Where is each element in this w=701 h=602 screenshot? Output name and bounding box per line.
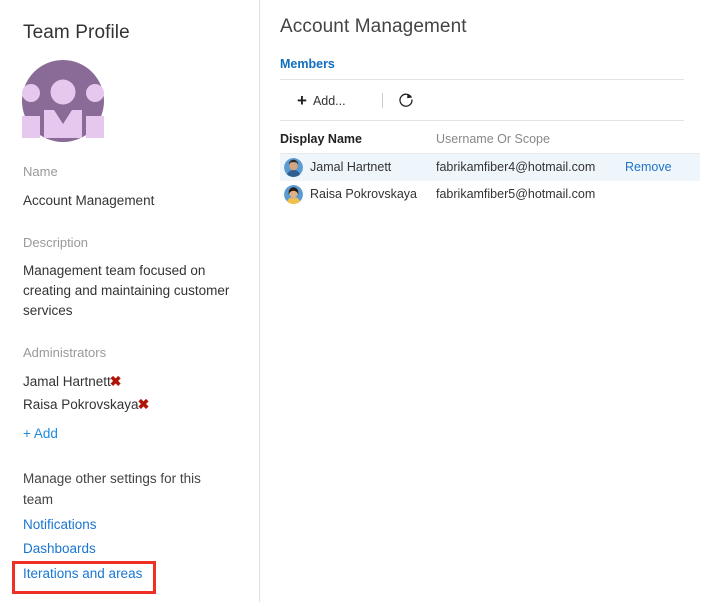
administrator-name: Raisa Pokrovskaya bbox=[23, 397, 139, 412]
sidebar-link-iterations-and-areas[interactable]: Iterations and areas bbox=[23, 566, 142, 581]
team-avatar-icon bbox=[22, 60, 104, 142]
table-row[interactable]: Jamal Hartnett fabrikamfiber4@hotmail.co… bbox=[280, 154, 700, 181]
description-value: Management team focused on creating and … bbox=[23, 263, 230, 318]
administrator-row: Jamal Hartnett✖ bbox=[23, 370, 248, 393]
administrators-label: Administrators bbox=[23, 345, 107, 360]
toolbar-divider bbox=[382, 93, 383, 108]
administrators-list: Jamal Hartnett✖ Raisa Pokrovskaya✖ bbox=[23, 370, 248, 416]
remove-x-icon[interactable]: ✖ bbox=[138, 393, 150, 415]
team-profile-page: Team Profile Name Account Management Des… bbox=[0, 0, 701, 602]
cell-display-name: Jamal Hartnett bbox=[310, 160, 392, 174]
plus-icon: + bbox=[297, 90, 307, 110]
remove-member-link[interactable]: Remove bbox=[625, 159, 672, 176]
description-label: Description bbox=[23, 235, 89, 250]
table-row[interactable]: Raisa Pokrovskaya fabrikamfiber5@hotmail… bbox=[280, 181, 700, 208]
refresh-icon[interactable] bbox=[397, 91, 415, 109]
tab-members[interactable]: Members bbox=[280, 57, 335, 71]
user-avatar-icon bbox=[284, 158, 303, 177]
column-header-username: Username Or Scope bbox=[436, 132, 550, 146]
members-table: Display Name Username Or Scope Jamal Har… bbox=[280, 131, 700, 208]
account-management-content: Account Management Members + Add... Disp… bbox=[261, 0, 701, 602]
members-toolbar: + Add... bbox=[280, 79, 684, 121]
user-avatar-icon bbox=[284, 185, 303, 204]
manage-settings-text: Manage other settings for this team bbox=[23, 471, 201, 507]
content-title: Account Management bbox=[280, 16, 467, 37]
cell-username: fabrikamfiber5@hotmail.com bbox=[436, 187, 596, 201]
remove-x-icon[interactable]: ✖ bbox=[110, 370, 122, 392]
page-title: Team Profile bbox=[23, 22, 130, 43]
add-administrator-link[interactable]: + Add bbox=[23, 426, 58, 441]
table-header-row: Display Name Username Or Scope bbox=[280, 131, 700, 154]
administrator-name: Jamal Hartnett bbox=[23, 374, 111, 389]
column-header-display-name: Display Name bbox=[280, 132, 362, 146]
name-label: Name bbox=[23, 164, 58, 179]
sidebar-link-notifications[interactable]: Notifications bbox=[23, 517, 97, 532]
add-member-button[interactable]: + Add... bbox=[297, 90, 346, 112]
cell-username: fabrikamfiber4@hotmail.com bbox=[436, 160, 596, 174]
add-button-label: Add... bbox=[312, 94, 346, 108]
administrator-row: Raisa Pokrovskaya✖ bbox=[23, 393, 248, 416]
sidebar-link-dashboards[interactable]: Dashboards bbox=[23, 541, 96, 556]
team-profile-sidebar: Team Profile Name Account Management Des… bbox=[0, 0, 260, 602]
cell-display-name: Raisa Pokrovskaya bbox=[310, 187, 417, 201]
name-value: Account Management bbox=[23, 193, 155, 208]
